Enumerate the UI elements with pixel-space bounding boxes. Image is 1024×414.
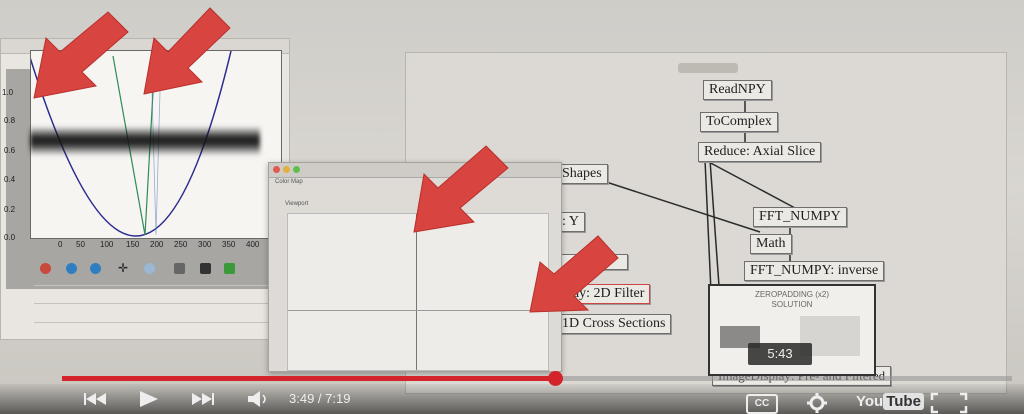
playback-buttons bbox=[84, 391, 266, 407]
next-icon bbox=[192, 393, 214, 405]
fullscreen-icon[interactable] bbox=[930, 392, 970, 414]
progress-scrubber[interactable] bbox=[548, 371, 563, 386]
time-display: 3:49 / 7:19 bbox=[289, 391, 351, 406]
previous-icon bbox=[84, 393, 106, 405]
captions-button[interactable]: CC bbox=[746, 394, 778, 414]
settings-gear-icon[interactable] bbox=[806, 392, 828, 414]
annotation-arrows bbox=[33, 7, 619, 313]
youtube-logo[interactable]: You Tube bbox=[856, 393, 924, 410]
youtube-logo-you: You bbox=[856, 393, 884, 410]
play-icon bbox=[140, 391, 158, 407]
youtube-logo-tube: Tube bbox=[883, 393, 924, 410]
red-arrow-4 bbox=[529, 235, 619, 313]
red-arrow-1 bbox=[33, 11, 129, 99]
volume-icon bbox=[248, 391, 266, 407]
red-arrow-2 bbox=[143, 7, 231, 95]
progress-fill bbox=[62, 376, 556, 381]
red-arrow-3 bbox=[413, 145, 509, 233]
